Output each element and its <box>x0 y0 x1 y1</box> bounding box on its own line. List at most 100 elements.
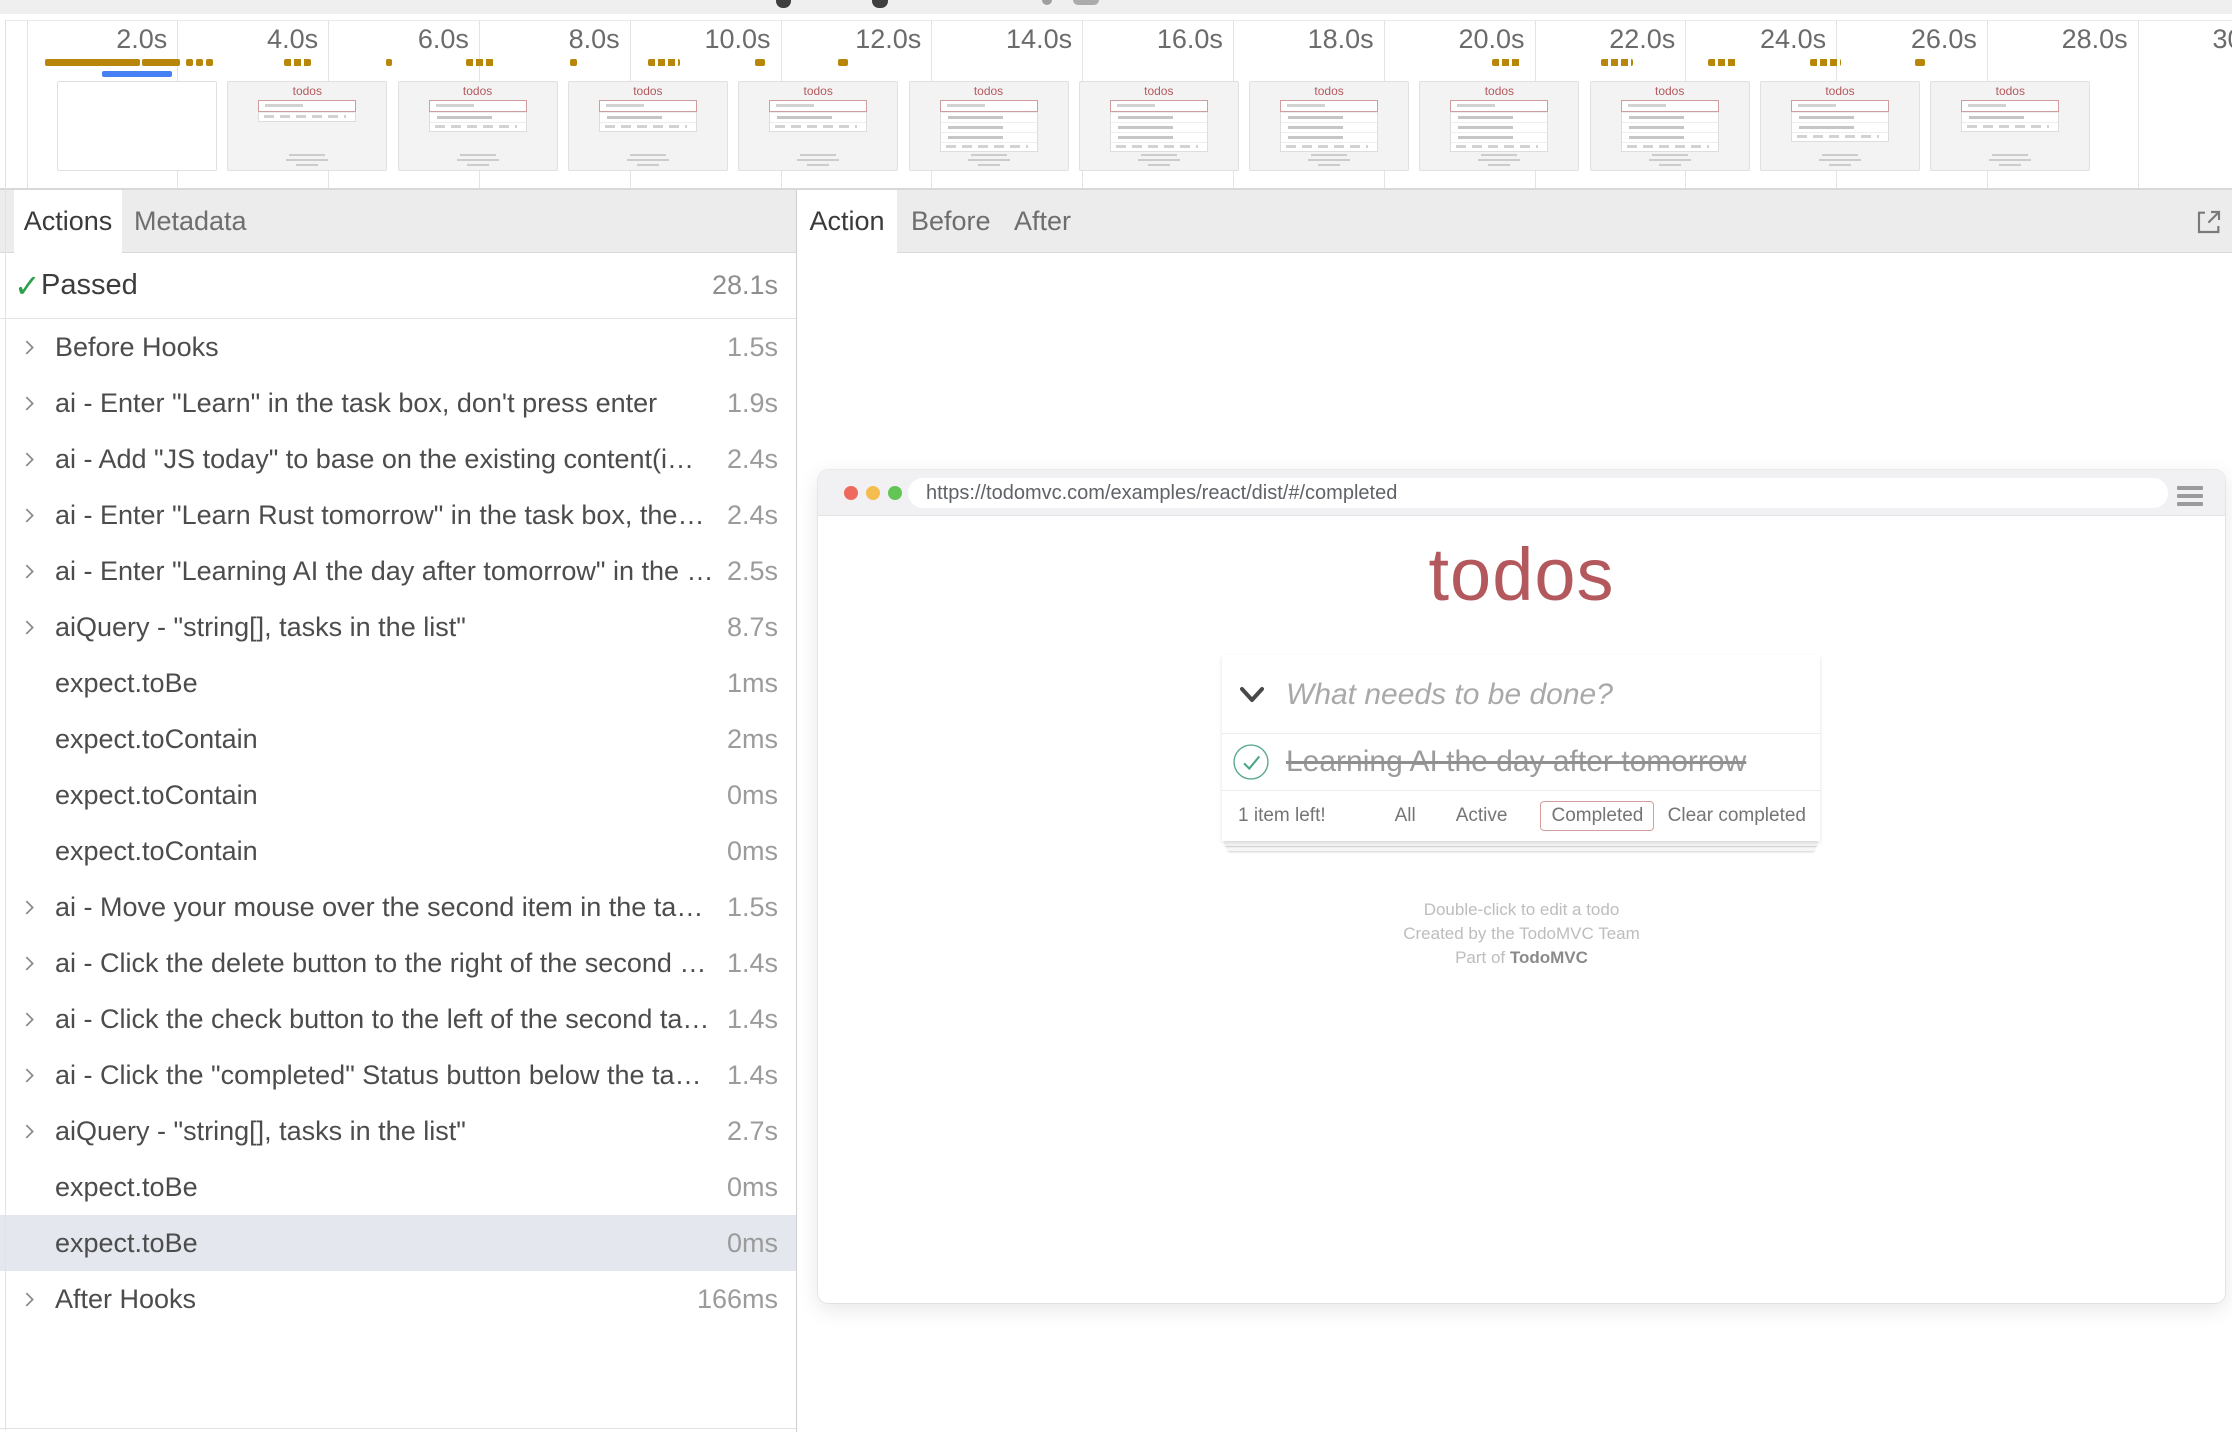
action-row[interactable]: aiQuery - "string[], tasks in the list"8… <box>0 599 796 655</box>
timeline-action-marker <box>1708 59 1737 66</box>
mini-todo-item <box>1792 122 1888 132</box>
mini-info-line <box>630 154 666 156</box>
action-duration: 0ms <box>715 1172 778 1203</box>
mini-info-line <box>637 164 659 166</box>
todo-item-label: Learning AI the day after tomorrow <box>1286 734 1746 790</box>
filmstrip-thumbnail[interactable]: todos <box>1079 81 1239 171</box>
mini-todos-card <box>940 100 1038 152</box>
filmstrip-thumbnail[interactable]: todos <box>398 81 558 171</box>
filter-completed[interactable]: Completed <box>1540 801 1654 831</box>
filter-all[interactable]: All <box>1388 801 1423 831</box>
test-status-label: Passed <box>41 269 138 302</box>
mini-todo-item <box>1622 122 1718 132</box>
action-label: ai - Add "JS today" to base on the exist… <box>55 444 715 475</box>
filmstrip-thumbnail[interactable]: todos <box>568 81 728 171</box>
mini-todo-item <box>1111 122 1207 132</box>
filmstrip-thumbnail[interactable]: todos <box>1419 81 1579 171</box>
mini-todos-card <box>599 100 697 132</box>
action-row[interactable]: expect.toContain0ms <box>0 767 796 823</box>
test-status-row[interactable]: ✓ Passed 28.1s <box>0 253 796 319</box>
mini-todo-item <box>941 122 1037 132</box>
action-label: aiQuery - "string[], tasks in the list" <box>55 612 466 643</box>
mini-info-line <box>978 164 1000 166</box>
mini-info-line <box>1822 154 1858 156</box>
action-row[interactable]: expect.toBe1ms <box>0 655 796 711</box>
action-row[interactable]: ai - Click the "completed" Status button… <box>0 1047 796 1103</box>
chevron-right-icon <box>0 395 55 412</box>
clear-completed-button[interactable]: Clear completed <box>1668 791 1806 841</box>
action-row[interactable]: After Hooks 166ms <box>0 1271 796 1327</box>
mini-info-line <box>1138 159 1180 161</box>
mini-info-line <box>457 159 499 161</box>
chevron-right-icon <box>0 899 55 916</box>
new-todo-input[interactable] <box>1284 656 1788 734</box>
left-panel-tabbar: Actions Metadata <box>0 190 796 253</box>
tab-after[interactable]: After <box>1014 190 1071 252</box>
mini-todo-item <box>941 112 1037 122</box>
timeline-band[interactable]: 2.0s4.0s6.0s8.0s10.0s12.0s14.0s16.0s18.0… <box>0 0 2232 190</box>
tab-actions[interactable]: Actions <box>14 190 122 253</box>
mini-todos-title: todos <box>399 85 557 98</box>
mini-info-line <box>800 154 836 156</box>
tab-metadata[interactable]: Metadata <box>134 190 247 252</box>
passed-check-icon: ✓ <box>0 267 41 305</box>
filmstrip-thumbnail[interactable]: todos <box>738 81 898 171</box>
todo-toggle-checked-icon[interactable] <box>1233 744 1269 780</box>
timeline-action-marker <box>142 59 180 66</box>
timeline-tick-label: 6.0s <box>299 24 469 55</box>
action-duration: 166ms <box>685 1284 778 1315</box>
action-row[interactable]: expect.toContain0ms <box>0 823 796 879</box>
action-row[interactable]: ai - Enter "Learning AI the day after to… <box>0 543 796 599</box>
chevron-right-icon <box>0 619 55 636</box>
action-label: ai - Move your mouse over the second ite… <box>55 892 715 923</box>
filmstrip-thumbnail[interactable]: todos <box>1760 81 1920 171</box>
filmstrip-thumbnail[interactable]: todos <box>1249 81 1409 171</box>
mini-info-line <box>1308 159 1350 161</box>
action-row[interactable]: ai - Click the check button to the left … <box>0 991 796 1047</box>
filmstrip-thumbnail[interactable]: todos <box>909 81 1069 171</box>
chevron-right-icon <box>0 339 55 356</box>
action-row[interactable]: Before Hooks1.5s <box>0 319 796 375</box>
action-label: expect.toContain <box>55 836 258 867</box>
action-row[interactable]: ai - Enter "Learn Rust tomorrow" in the … <box>0 487 796 543</box>
action-label: ai - Enter "Learning AI the day after to… <box>55 556 714 587</box>
filmstrip-thumbnail[interactable]: todos <box>1590 81 1750 171</box>
action-row[interactable]: ai - Enter "Learn" in the task box, don'… <box>0 375 796 431</box>
action-row[interactable]: ai - Click the delete button to the righ… <box>0 935 796 991</box>
mini-info-line <box>1148 164 1170 166</box>
tab-before[interactable]: Before <box>911 190 991 252</box>
mini-todos-card <box>258 100 356 122</box>
mini-todo-input <box>1791 100 1889 112</box>
filter-active[interactable]: Active <box>1449 801 1515 831</box>
open-snapshot-external-icon[interactable] <box>2193 206 2225 238</box>
mini-info-line <box>1829 164 1851 166</box>
mini-info-line <box>460 154 496 156</box>
action-row[interactable]: ai - Add "JS today" to base on the exist… <box>0 431 796 487</box>
filmstrip-thumbnail[interactable] <box>57 81 217 171</box>
panel-divider[interactable] <box>796 190 797 1432</box>
action-label: After Hooks <box>55 1284 196 1315</box>
mini-todos-card <box>1280 100 1378 152</box>
mini-todos-card <box>1110 100 1208 152</box>
right-panel-tabbar: Action Before After <box>797 190 2232 253</box>
tab-action-label: Action <box>809 206 884 237</box>
action-row[interactable]: aiQuery - "string[], tasks in the list"2… <box>0 1103 796 1159</box>
chevron-right-icon <box>0 563 55 580</box>
filmstrip-thumbnail[interactable]: todos <box>227 81 387 171</box>
filmstrip-thumbnail[interactable]: todos <box>1930 81 2090 171</box>
mini-todo-item <box>770 112 866 122</box>
tab-action[interactable]: Action <box>797 190 897 253</box>
action-row[interactable]: ai - Move your mouse over the second ite… <box>0 879 796 935</box>
tab-after-label: After <box>1014 206 1071 237</box>
action-label: expect.toContain <box>55 780 258 811</box>
action-label: ai - Click the "completed" Status button… <box>55 1060 702 1091</box>
action-row[interactable]: expect.toBe0ms <box>0 1215 796 1271</box>
toggle-all-chevron-icon[interactable] <box>1239 686 1265 704</box>
action-row[interactable]: expect.toBe0ms <box>0 1159 796 1215</box>
left-edge-hairline <box>5 20 6 1430</box>
mini-todo-item <box>1962 112 2058 122</box>
action-row[interactable]: expect.toContain2ms <box>0 711 796 767</box>
todo-item[interactable]: Learning AI the day after tomorrow <box>1222 734 1820 791</box>
info-line: Created by the TodoMVC Team <box>818 922 2225 946</box>
mini-todos-footer <box>1451 142 1547 151</box>
